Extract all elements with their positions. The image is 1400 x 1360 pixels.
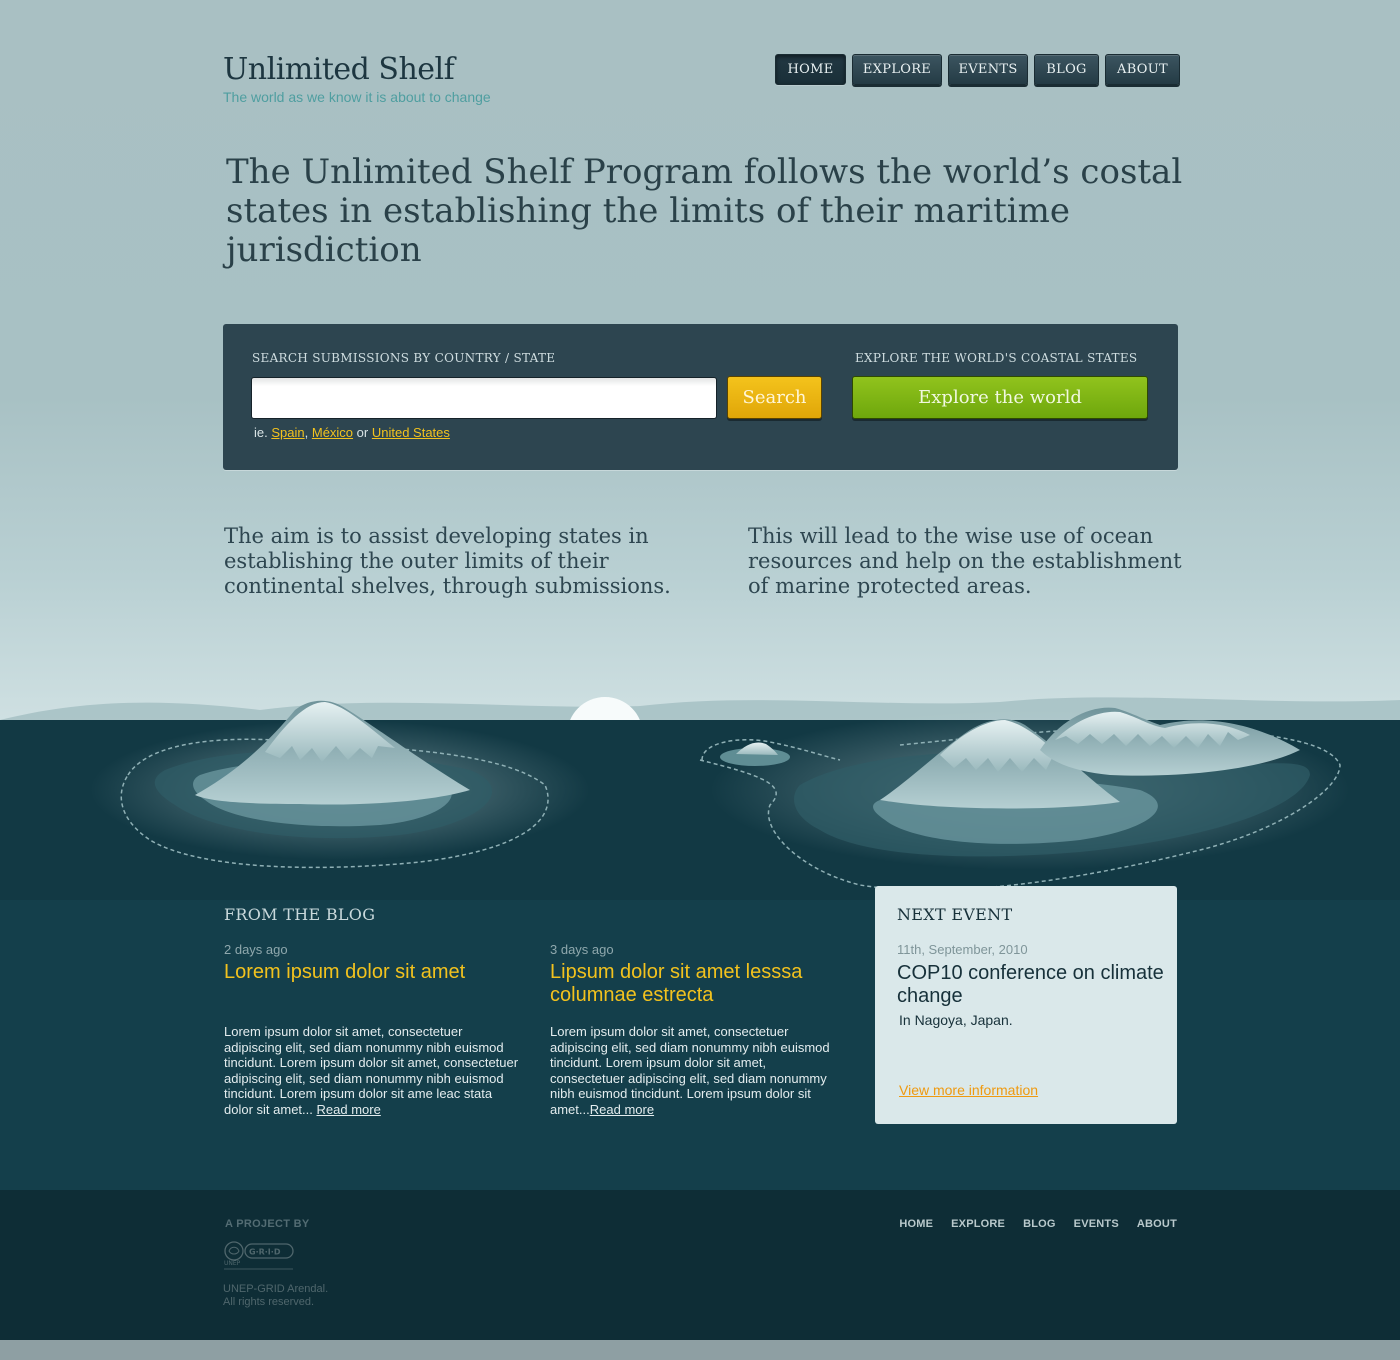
next-event-card: NEXT EVENT 11th, September, 2010 COP10 c… <box>875 886 1177 1124</box>
nav-blog-button[interactable]: BLOG <box>1034 54 1099 85</box>
footer-nav-about[interactable]: ABOUT <box>1137 1218 1177 1230</box>
site-tagline: The world as we know it is about to chan… <box>223 89 491 105</box>
search-examples: ie. Spain, México or United States <box>254 425 450 440</box>
search-button[interactable]: Search <box>727 376 822 419</box>
footer-nav-explore[interactable]: EXPLORE <box>951 1218 1005 1230</box>
svg-text:G·R·I·D: G·R·I·D <box>249 1248 281 1257</box>
blog-post-1-age: 2 days ago <box>224 942 288 957</box>
nav-explore-button[interactable]: EXPLORE <box>852 54 942 85</box>
explore-label: EXPLORE THE WORLD'S COASTAL STATES <box>855 351 1138 365</box>
site-logo-title[interactable]: Unlimited Shelf <box>223 52 455 87</box>
blog-post-2-body: Lorem ipsum dolor sit amet, consectetuer… <box>550 1024 840 1118</box>
site-footer <box>0 1190 1400 1340</box>
explore-world-button[interactable]: Explore the world <box>852 376 1148 419</box>
unep-grid-logo[interactable]: G·R·I·D UNEP <box>223 1239 295 1273</box>
blog-post-2-title[interactable]: Lipsum dolor sit amet lesssa columnae es… <box>550 961 850 1007</box>
aim-text-right: This will lead to the wise use of ocean … <box>748 524 1182 598</box>
event-heading: NEXT EVENT <box>897 905 1013 924</box>
nav-events-button[interactable]: EVENTS <box>948 54 1028 85</box>
footer-copyright: UNEP-GRID Arendal. All rights reserved. <box>223 1283 363 1309</box>
footer-nav-events[interactable]: EVENTS <box>1074 1218 1119 1230</box>
event-location: In Nagoya, Japan. <box>899 1012 1013 1028</box>
event-more-info-link[interactable]: View more information <box>899 1082 1038 1098</box>
event-title: COP10 conference on climate change <box>897 962 1164 1007</box>
horizon-hills <box>0 697 1400 722</box>
example-link-united-states[interactable]: United States <box>372 425 450 440</box>
aim-text-left: The aim is to assist developing states i… <box>224 524 671 598</box>
search-panel: SEARCH SUBMISSIONS BY COUNTRY / STATE Se… <box>223 324 1178 470</box>
nav-home-button[interactable]: HOME <box>775 54 846 85</box>
svg-text:UNEP: UNEP <box>224 1260 241 1267</box>
examples-or: or <box>356 425 369 440</box>
search-input[interactable] <box>251 377 717 419</box>
footer-project-label: A PROJECT BY <box>225 1218 310 1230</box>
footer-nav: HOME EXPLORE BLOG EVENTS ABOUT <box>899 1218 1177 1230</box>
main-nav: HOME EXPLORE EVENTS BLOG ABOUT <box>775 54 1180 85</box>
example-link-spain[interactable]: Spain <box>271 425 304 440</box>
blog-post-1-title[interactable]: Lorem ipsum dolor sit amet <box>224 961 524 984</box>
blog-post-2-read-more[interactable]: Read more <box>590 1102 654 1117</box>
islands-illustration <box>0 697 1400 900</box>
blog-post-1-body: Lorem ipsum dolor sit amet, consectetuer… <box>224 1024 520 1118</box>
footer-copyright-line2: All rights reserved. <box>223 1296 315 1308</box>
blog-post-2-age: 3 days ago <box>550 942 614 957</box>
blog-post-1-read-more[interactable]: Read more <box>317 1102 381 1117</box>
examples-prefix: ie. <box>254 425 268 440</box>
search-label: SEARCH SUBMISSIONS BY COUNTRY / STATE <box>252 351 556 365</box>
bottom-strip <box>0 1340 1400 1360</box>
examples-separator: , <box>304 425 309 440</box>
footer-nav-home[interactable]: HOME <box>899 1218 933 1230</box>
nav-about-button[interactable]: ABOUT <box>1105 54 1180 85</box>
hero-headline: The Unlimited Shelf Program follows the … <box>226 152 1183 270</box>
example-link-mexico[interactable]: México <box>312 425 353 440</box>
footer-nav-blog[interactable]: BLOG <box>1023 1218 1056 1230</box>
blog-heading: FROM THE BLOG <box>224 905 376 924</box>
event-date: 11th, September, 2010 <box>897 942 1028 957</box>
footer-copyright-line1: UNEP-GRID Arendal. <box>223 1283 329 1295</box>
